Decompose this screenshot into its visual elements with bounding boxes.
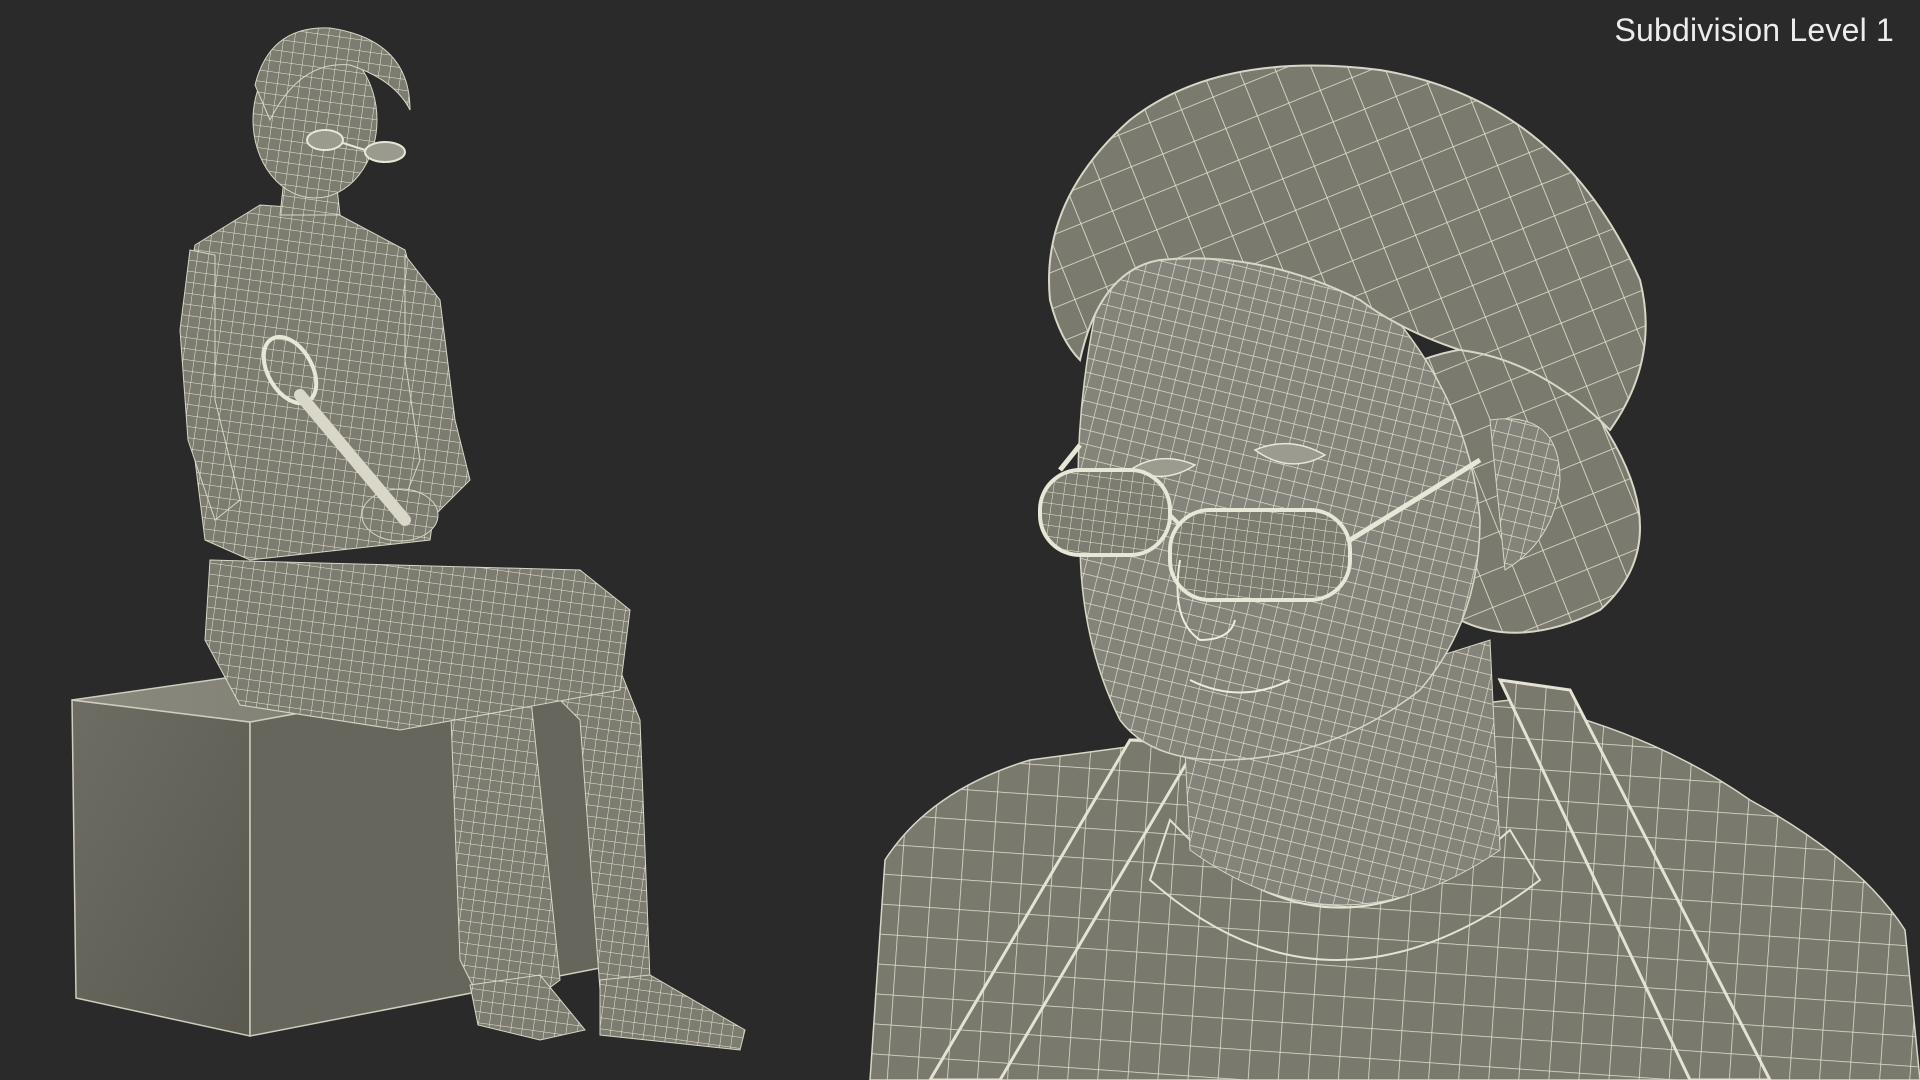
closeup-view [869, 64, 1920, 1080]
subdivision-level-label: Subdivision Level 1 [1614, 12, 1894, 48]
wireframe-scene [71, 27, 1920, 1080]
render-viewport: Subdivision Level 1 [0, 0, 1920, 1080]
full-body-view [71, 27, 746, 1051]
